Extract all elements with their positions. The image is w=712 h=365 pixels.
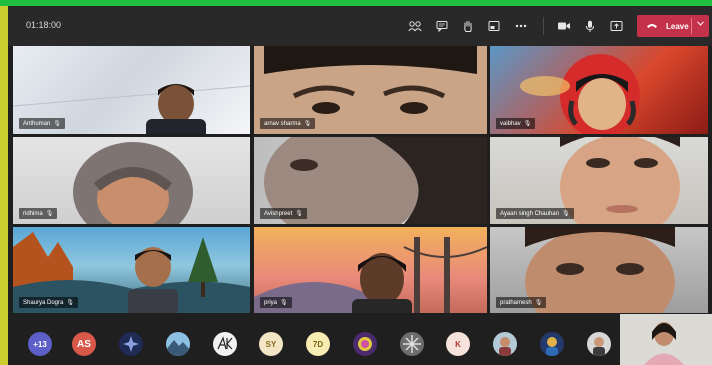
participant-name-tag: Shaurya Dogra 🎙 <box>19 297 78 308</box>
leave-button[interactable]: Leave <box>637 15 709 37</box>
mic-icon: 🎙 <box>561 211 570 217</box>
mic-icon: 🎙 <box>295 211 303 217</box>
video-tile[interactable]: ridhima 🎙 <box>13 137 250 224</box>
participant-name-tag: vaibhav 🎙 <box>496 118 536 129</box>
raise-hand-icon[interactable] <box>458 16 478 36</box>
video-tile[interactable]: priya 🎙 <box>254 227 487 313</box>
participant-name-tag: Anthuman 🎙 <box>19 118 65 129</box>
avatar[interactable]: K <box>446 332 470 356</box>
participant-name-tag: ridhima 🎙 <box>19 208 58 219</box>
participant-name-tag: Avishpreet 🎙 <box>260 208 307 219</box>
participant-name-tag: Ayaan singh Chauhan 🎙 <box>496 208 574 219</box>
participant-name-tag: arnav sharma 🎙 <box>260 118 316 129</box>
meeting-toolbar: 01:18:00 Leave <box>8 6 712 46</box>
chat-icon[interactable] <box>432 16 452 36</box>
more-icon[interactable] <box>511 16 531 36</box>
avatar[interactable] <box>540 332 564 356</box>
mic-icon: 🎙 <box>66 300 74 306</box>
avatar[interactable] <box>400 332 424 356</box>
avatar[interactable]: AS <box>72 332 96 356</box>
avatar[interactable] <box>166 332 190 356</box>
camera-icon[interactable] <box>554 16 574 36</box>
participant-name-tag: priya 🎙 <box>260 297 292 308</box>
leave-divider <box>691 18 692 34</box>
participants-icon[interactable] <box>405 16 425 36</box>
video-tile[interactable]: Shaurya Dogra 🎙 <box>13 227 250 313</box>
video-tile[interactable]: Anthuman 🎙 <box>13 46 250 134</box>
avatar[interactable] <box>353 332 377 356</box>
video-tile[interactable]: arnav sharma 🎙 <box>254 46 487 134</box>
mic-icon[interactable] <box>580 16 600 36</box>
overflow-count-badge[interactable]: +13 <box>28 332 52 356</box>
rooms-icon[interactable] <box>484 16 504 36</box>
avatar[interactable]: SY <box>259 332 283 356</box>
video-tile[interactable]: Avishpreet 🎙 <box>254 137 487 224</box>
avatar[interactable] <box>119 332 143 356</box>
avatar[interactable] <box>493 332 517 356</box>
avatar[interactable] <box>587 332 611 356</box>
toolbar-divider <box>543 17 544 35</box>
meeting-timer: 01:18:00 <box>26 20 62 30</box>
video-tile[interactable]: Ayaan singh Chauhan 🎙 <box>490 137 708 224</box>
teams-meeting-window: 01:18:00 Leave Anthuman 🎙 arnav sharma 🎙… <box>8 6 712 365</box>
mic-icon: 🎙 <box>45 211 54 217</box>
participant-strip: +13 AS SY 7D K <box>8 315 712 365</box>
video-tile[interactable]: prathamesh 🎙 <box>490 227 708 313</box>
chevron-down-icon[interactable] <box>694 19 707 28</box>
mic-icon: 🎙 <box>523 121 532 127</box>
mic-icon: 🎙 <box>303 121 312 127</box>
mic-icon: 🎙 <box>280 300 288 306</box>
self-view-video[interactable] <box>620 314 712 365</box>
participant-name-tag: prathamesh 🎙 <box>496 297 547 308</box>
mic-icon: 🎙 <box>534 300 543 306</box>
hangup-icon <box>646 21 664 32</box>
share-screen-icon[interactable] <box>606 16 626 36</box>
mic-icon: 🎙 <box>53 121 61 127</box>
avatar[interactable] <box>213 332 237 356</box>
video-tile[interactable]: vaibhav 🎙 <box>490 46 708 134</box>
avatar[interactable]: 7D <box>306 332 330 356</box>
leave-label: Leave <box>666 21 689 31</box>
